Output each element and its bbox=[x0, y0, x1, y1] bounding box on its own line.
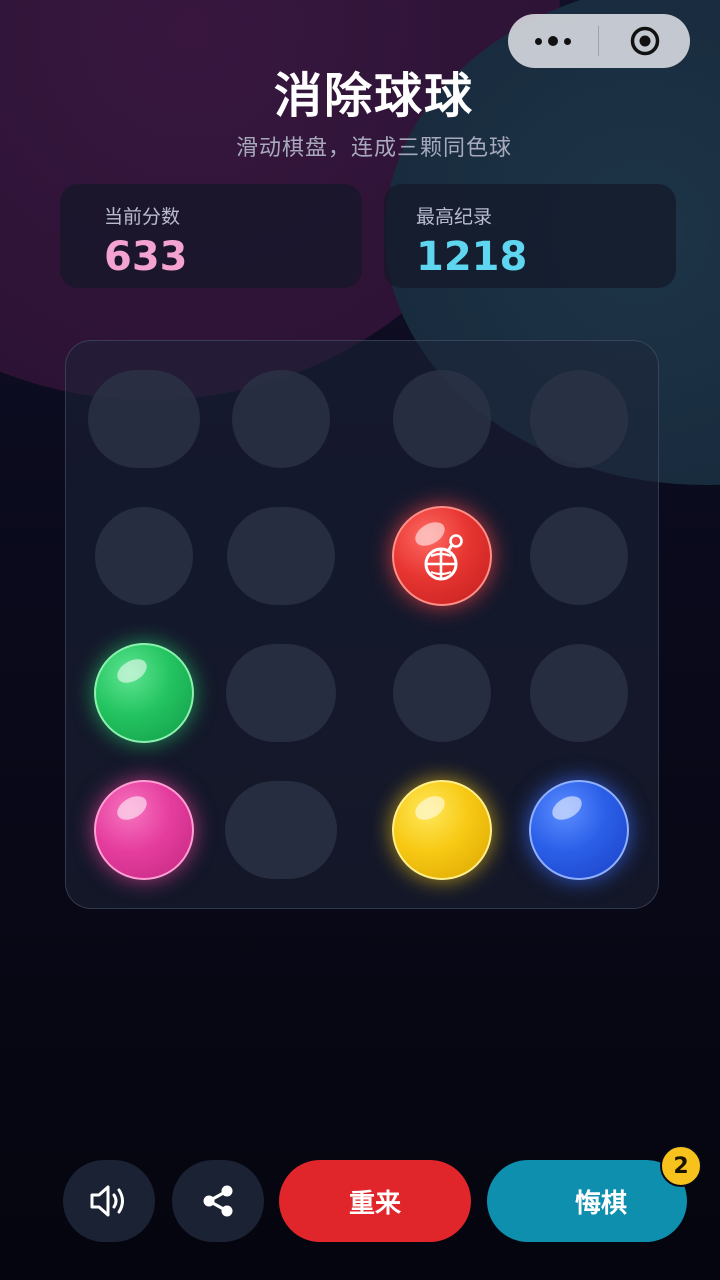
empty-cell[interactable] bbox=[95, 507, 193, 605]
grenade-icon bbox=[424, 534, 463, 581]
restart-button[interactable]: 重来 bbox=[279, 1160, 471, 1242]
sound-button[interactable] bbox=[63, 1160, 155, 1242]
empty-cell[interactable] bbox=[226, 644, 336, 742]
yellow-ball[interactable] bbox=[392, 780, 492, 880]
ellipsis-icon bbox=[535, 36, 571, 46]
empty-cell[interactable] bbox=[530, 370, 628, 468]
empty-cell[interactable] bbox=[232, 370, 330, 468]
empty-cell[interactable] bbox=[393, 644, 491, 742]
speaker-icon bbox=[90, 1185, 124, 1217]
red-ball[interactable] bbox=[392, 506, 492, 606]
pink-ball[interactable] bbox=[94, 780, 194, 880]
empty-cell[interactable] bbox=[530, 507, 628, 605]
empty-cell[interactable] bbox=[88, 370, 200, 468]
undo-count-badge: 2 bbox=[660, 1145, 702, 1187]
share-button[interactable] bbox=[172, 1160, 264, 1242]
best-score-value: 1218 bbox=[416, 234, 528, 280]
green-ball[interactable] bbox=[94, 643, 194, 743]
empty-cell[interactable] bbox=[225, 781, 337, 879]
empty-cell[interactable] bbox=[530, 644, 628, 742]
best-score-card: 最高纪录 1218 bbox=[384, 184, 676, 288]
blue-ball[interactable] bbox=[529, 780, 629, 880]
target-circle-icon bbox=[630, 26, 659, 56]
page-title: 消除球球 bbox=[273, 68, 474, 124]
current-score-label: 当前分数 bbox=[104, 206, 181, 228]
share-icon bbox=[203, 1185, 233, 1217]
empty-cell[interactable] bbox=[393, 370, 491, 468]
game-board[interactable] bbox=[65, 340, 659, 909]
best-score-label: 最高纪录 bbox=[416, 206, 493, 228]
current-score-value: 633 bbox=[104, 234, 188, 280]
current-score-card: 当前分数 633 bbox=[60, 184, 362, 288]
empty-cell[interactable] bbox=[227, 507, 335, 605]
page-subtitle: 滑动棋盘，连成三颗同色球 bbox=[235, 136, 512, 161]
undo-button[interactable]: 悔棋 bbox=[487, 1160, 687, 1242]
game-screen: 消除球球 滑动棋盘，连成三颗同色球 当前分数 633 最高纪录 1218 重来 … bbox=[0, 0, 720, 1280]
